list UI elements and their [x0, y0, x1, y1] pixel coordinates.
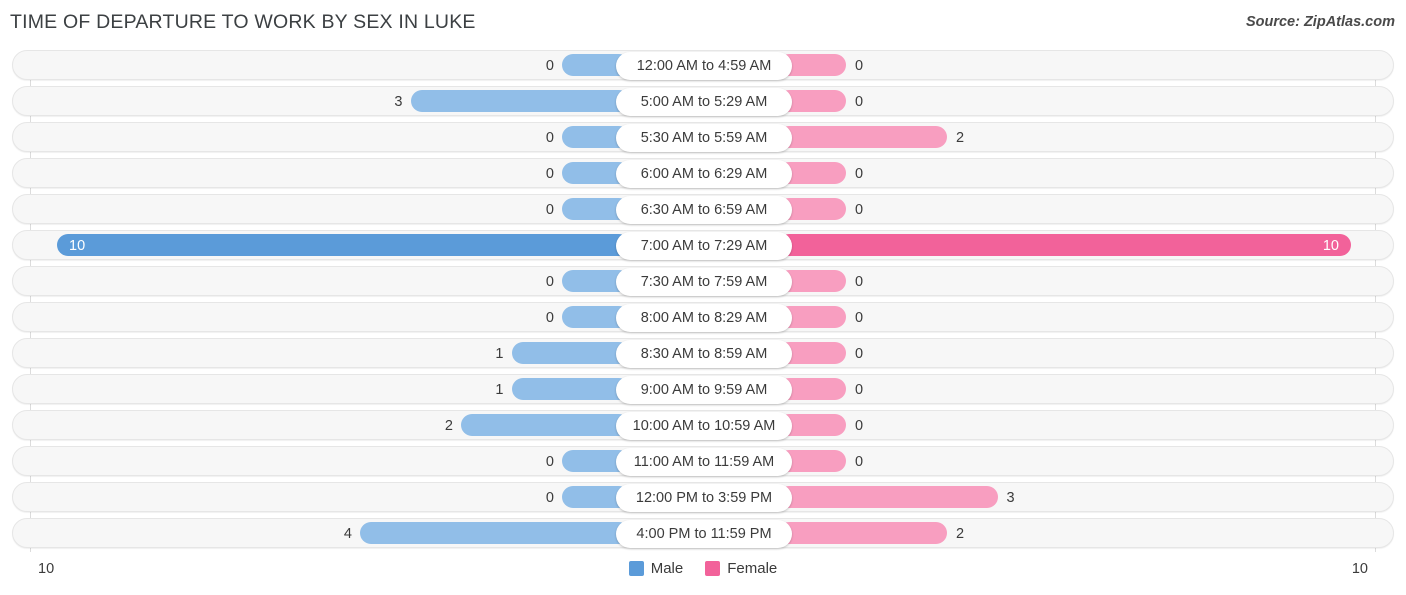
category-label[interactable]: 12:00 PM to 3:59 PM [616, 484, 792, 512]
page-title: TIME OF DEPARTURE TO WORK BY SEX IN LUKE [10, 11, 476, 33]
table-row[interactable]: 2 0 10:00 AM to 10:59 AM [12, 410, 1394, 440]
table-row[interactable]: 0 0 6:00 AM to 6:29 AM [12, 158, 1394, 188]
value-label-female: 2 [956, 130, 965, 146]
table-row[interactable]: 1 0 8:30 AM to 8:59 AM [12, 338, 1394, 368]
chart-header: TIME OF DEPARTURE TO WORK BY SEX IN LUKE… [0, 0, 1406, 46]
value-label-female: 10 [1322, 238, 1339, 254]
value-label-male: 2 [444, 418, 453, 434]
value-label-female: 0 [855, 418, 864, 434]
value-label-male: 10 [69, 238, 86, 254]
table-row[interactable]: 0 0 6:30 AM to 6:59 AM [12, 194, 1394, 224]
category-label[interactable]: 8:00 AM to 8:29 AM [616, 304, 792, 332]
bar-female[interactable] [778, 126, 947, 148]
row-content: 0 0 6:00 AM to 6:29 AM [13, 159, 1393, 188]
legend-item-female[interactable]: Female [705, 560, 777, 577]
table-row[interactable]: 0 0 11:00 AM to 11:59 AM [12, 446, 1394, 476]
table-row[interactable]: 0 2 5:30 AM to 5:59 AM [12, 122, 1394, 152]
row-content: 2 0 10:00 AM to 10:59 AM [13, 411, 1393, 440]
table-row[interactable]: 10 10 7:00 AM to 7:29 AM [12, 230, 1394, 260]
value-label-male: 0 [545, 130, 554, 146]
source-attribution: Source: ZipAtlas.com [1245, 14, 1395, 30]
value-label-male: 1 [495, 382, 504, 398]
value-label-female: 0 [855, 94, 864, 110]
category-label[interactable]: 10:00 AM to 10:59 AM [616, 412, 792, 440]
row-content: 0 3 12:00 PM to 3:59 PM [13, 483, 1393, 512]
category-label[interactable]: 8:30 AM to 8:59 AM [616, 340, 792, 368]
category-label[interactable]: 4:00 PM to 11:59 PM [616, 520, 792, 548]
bar-female[interactable] [778, 234, 1351, 256]
category-label[interactable]: 7:30 AM to 7:59 AM [616, 268, 792, 296]
category-label[interactable]: 6:30 AM to 6:59 AM [616, 196, 792, 224]
value-label-male: 0 [545, 274, 554, 290]
value-label-female: 0 [855, 454, 864, 470]
row-content: 0 0 6:30 AM to 6:59 AM [13, 195, 1393, 224]
row-content: 4 2 4:00 PM to 11:59 PM [13, 519, 1393, 548]
value-label-male: 0 [545, 310, 554, 326]
table-row[interactable]: 0 0 12:00 AM to 4:59 AM [12, 50, 1394, 80]
chart-legend: Male Female [0, 560, 1406, 577]
legend-swatch-icon [705, 561, 721, 576]
category-label[interactable]: 5:30 AM to 5:59 AM [616, 124, 792, 152]
row-content: 10 10 7:00 AM to 7:29 AM [13, 231, 1393, 260]
table-row[interactable]: 0 0 7:30 AM to 7:59 AM [12, 266, 1394, 296]
value-label-female: 0 [855, 310, 864, 326]
category-label[interactable]: 5:00 AM to 5:29 AM [616, 88, 792, 116]
category-label[interactable]: 11:00 AM to 11:59 AM [616, 448, 792, 476]
legend-label: Male [650, 560, 684, 577]
category-label[interactable]: 6:00 AM to 6:29 AM [616, 160, 792, 188]
value-label-male: 4 [343, 526, 352, 542]
value-label-male: 1 [495, 346, 504, 362]
row-content: 0 0 7:30 AM to 7:59 AM [13, 267, 1393, 296]
value-label-female: 2 [956, 526, 965, 542]
bar-female[interactable] [778, 522, 947, 544]
bar-male[interactable] [511, 378, 630, 400]
value-label-female: 0 [855, 202, 864, 218]
value-label-female: 0 [855, 382, 864, 398]
bar-male[interactable] [57, 234, 630, 256]
table-row[interactable]: 4 2 4:00 PM to 11:59 PM [12, 518, 1394, 548]
category-label[interactable]: 7:00 AM to 7:29 AM [616, 232, 792, 260]
value-label-male: 3 [394, 94, 403, 110]
legend-label: Female [727, 560, 778, 577]
legend-swatch-icon [628, 561, 644, 576]
value-label-female: 0 [855, 166, 864, 182]
bar-male[interactable] [360, 522, 630, 544]
chart-plot-area: 0 0 12:00 AM to 4:59 AM 3 0 5:00 AM to 5:29 A… [0, 48, 1406, 556]
row-content: 0 0 11:00 AM to 11:59 AM [13, 447, 1393, 476]
value-label-female: 0 [855, 346, 864, 362]
value-label-male: 0 [545, 490, 554, 506]
legend-item-male[interactable]: Male [628, 560, 684, 577]
category-label[interactable]: 9:00 AM to 9:59 AM [616, 376, 792, 404]
value-label-female: 0 [855, 58, 864, 74]
value-label-male: 0 [545, 454, 554, 470]
table-row[interactable]: 0 0 8:00 AM to 8:29 AM [12, 302, 1394, 332]
bar-male[interactable] [410, 90, 630, 112]
row-content: 3 0 5:00 AM to 5:29 AM [13, 87, 1393, 116]
value-label-female: 0 [855, 274, 864, 290]
chart-footer: 10 10 Male Female [0, 556, 1406, 595]
value-label-male: 0 [545, 166, 554, 182]
table-row[interactable]: 3 0 5:00 AM to 5:29 AM [12, 86, 1394, 116]
value-label-male: 0 [545, 202, 554, 218]
value-label-male: 0 [545, 58, 554, 74]
table-row[interactable]: 0 3 12:00 PM to 3:59 PM [12, 482, 1394, 512]
value-label-female: 3 [1006, 490, 1015, 506]
row-content: 0 2 5:30 AM to 5:59 AM [13, 123, 1393, 152]
bar-female[interactable] [778, 486, 998, 508]
row-content: 1 0 8:30 AM to 8:59 AM [13, 339, 1393, 368]
table-row[interactable]: 1 0 9:00 AM to 9:59 AM [12, 374, 1394, 404]
bar-male[interactable] [461, 414, 630, 436]
chart-page: TIME OF DEPARTURE TO WORK BY SEX IN LUKE… [0, 0, 1406, 595]
row-content: 0 0 8:00 AM to 8:29 AM [13, 303, 1393, 332]
bar-male[interactable] [511, 342, 630, 364]
row-content: 0 0 12:00 AM to 4:59 AM [13, 51, 1393, 80]
category-label[interactable]: 12:00 AM to 4:59 AM [616, 52, 792, 80]
row-content: 1 0 9:00 AM to 9:59 AM [13, 375, 1393, 404]
